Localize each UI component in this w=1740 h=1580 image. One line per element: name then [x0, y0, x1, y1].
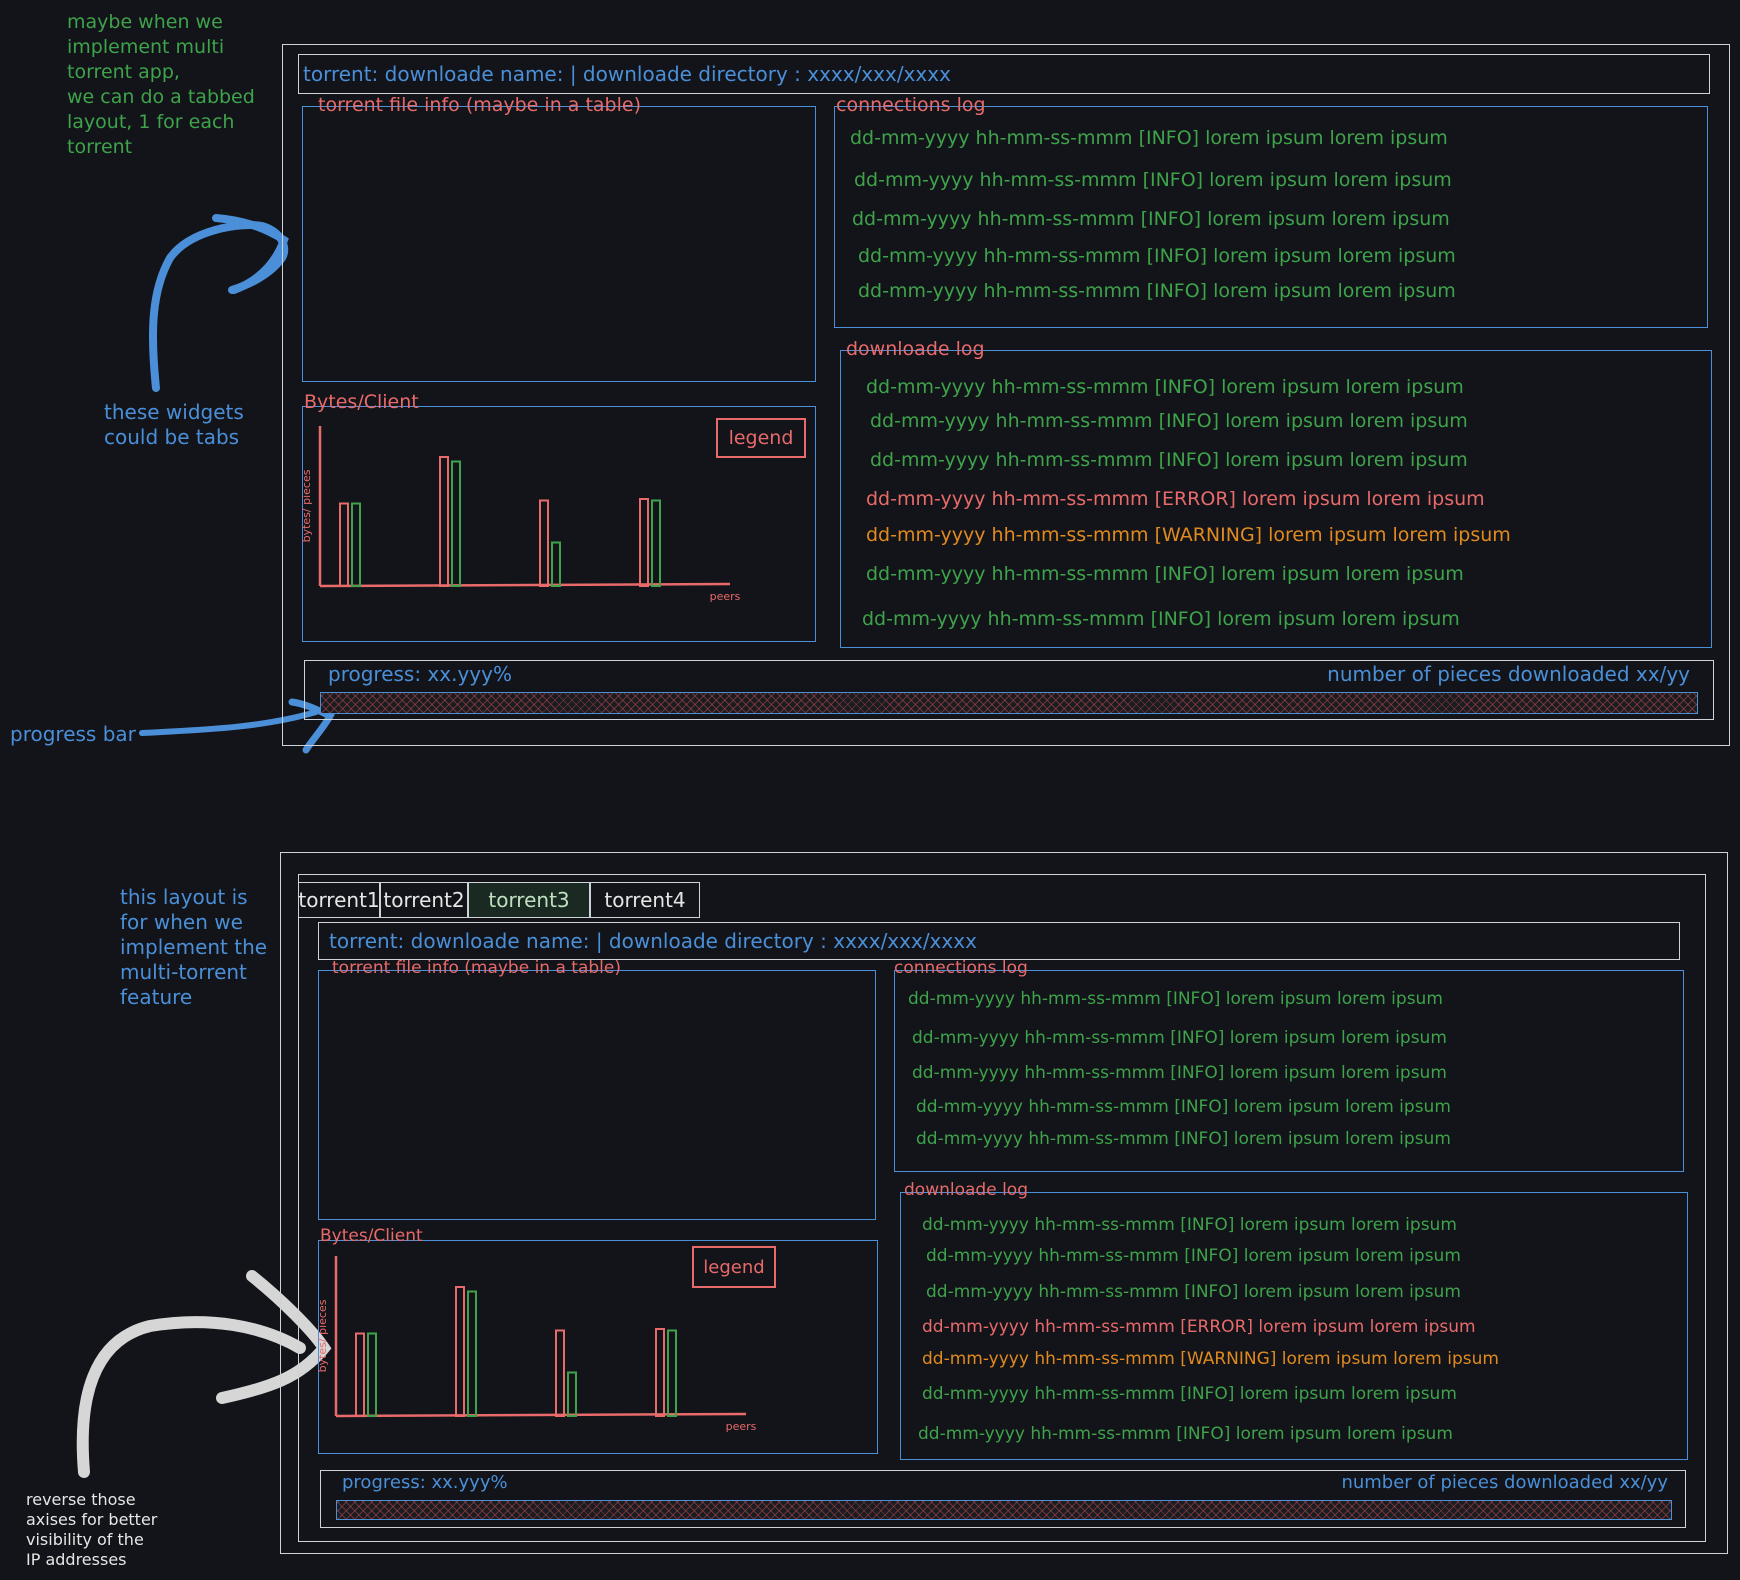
chart-y-axis-label: bytes/ pieces [316, 1299, 329, 1372]
connections-log-line: dd-mm-yyyy hh-mm-ss-mmm [INFO] lorem ips… [852, 208, 1450, 230]
tab-torrent4[interactable]: torrent4 [590, 882, 700, 918]
progress-label: progress: xx.yyy% [328, 662, 512, 686]
note-reverse-axes: reverse those axises for better visibili… [26, 1490, 158, 1569]
chart-bar [455, 1286, 465, 1417]
connections-log-line: dd-mm-yyyy hh-mm-ss-mmm [INFO] lorem ips… [908, 989, 1443, 1009]
download-log-line: dd-mm-yyyy hh-mm-ss-mmm [INFO] lorem ips… [866, 376, 1464, 398]
chart-bar [667, 1329, 677, 1417]
tab-torrent3[interactable]: torrent3 [468, 882, 590, 918]
chart-bar [467, 1290, 477, 1417]
tab-torrent1[interactable]: torrent1 [298, 882, 380, 918]
download-log-line: dd-mm-yyyy hh-mm-ss-mmm [INFO] lorem ips… [926, 1282, 1461, 1302]
chart-bar [567, 1371, 577, 1417]
chart-bar [555, 1329, 565, 1417]
download-log-line: dd-mm-yyyy hh-mm-ss-mmm [WARNING] lorem … [866, 524, 1511, 546]
download-log-line: dd-mm-yyyy hh-mm-ss-mmm [INFO] lorem ips… [922, 1215, 1457, 1235]
reverse-arrow-icon [76, 1316, 306, 1478]
chart-bar [639, 498, 649, 587]
note-multi-layout: this layout is for when we implement the… [120, 885, 268, 1009]
pieces-downloaded-label: number of pieces downloaded xx/yy [1327, 662, 1690, 686]
chart-bar [655, 1328, 665, 1417]
connections-log-line: dd-mm-yyyy hh-mm-ss-mmm [INFO] lorem ips… [912, 1063, 1447, 1083]
download-log-line: dd-mm-yyyy hh-mm-ss-mmm [INFO] lorem ips… [918, 1424, 1453, 1444]
chart-x-axis-label: peers [726, 1420, 757, 1433]
chart-bar [351, 502, 361, 587]
torrent-header: torrent: downloade name: | downloade dir… [298, 54, 1710, 94]
connections-log-line: dd-mm-yyyy hh-mm-ss-mmm [INFO] lorem ips… [858, 245, 1456, 267]
connections-log-line: dd-mm-yyyy hh-mm-ss-mmm [INFO] lorem ips… [850, 127, 1448, 149]
torrent-header: torrent: downloade name: | downloade dir… [318, 922, 1680, 960]
pieces-downloaded-label: number of pieces downloaded xx/yy [1341, 1472, 1668, 1493]
download-log-line: dd-mm-yyyy hh-mm-ss-mmm [INFO] lorem ips… [870, 449, 1468, 471]
bytes-client-chart: bytes/ pieces peers [300, 426, 741, 603]
chart-x-axis [335, 1412, 747, 1418]
download-log-line: dd-mm-yyyy hh-mm-ss-mmm [ERROR] lorem ip… [866, 488, 1485, 510]
chart-bar [539, 499, 549, 587]
connections-log-line: dd-mm-yyyy hh-mm-ss-mmm [INFO] lorem ips… [912, 1028, 1447, 1048]
progress-bar [320, 692, 1698, 714]
note-multi-torrent-tabs: maybe when we implement multi torrent ap… [67, 11, 255, 158]
chart-bar [551, 541, 561, 587]
header-text: torrent: downloade name: | downloade dir… [303, 62, 951, 86]
download-log-title: downloade log [846, 338, 985, 360]
chart-x-axis-label: peers [710, 590, 741, 603]
connections-log-title: connections log [836, 94, 986, 116]
connections-log-line: dd-mm-yyyy hh-mm-ss-mmm [INFO] lorem ips… [916, 1097, 1451, 1117]
file-info-title: torrent file info (maybe in a table) [332, 958, 621, 978]
chart-x-axis [319, 582, 731, 588]
chart-title: Bytes/Client [320, 1226, 423, 1246]
connections-log-line: dd-mm-yyyy hh-mm-ss-mmm [INFO] lorem ips… [916, 1129, 1451, 1149]
connections-log-line: dd-mm-yyyy hh-mm-ss-mmm [INFO] lorem ips… [854, 169, 1452, 191]
download-log-line: dd-mm-yyyy hh-mm-ss-mmm [INFO] lorem ips… [866, 563, 1464, 585]
progress-bar [336, 1500, 1672, 1520]
tab-torrent2[interactable]: torrent2 [380, 882, 468, 918]
download-log-line: dd-mm-yyyy hh-mm-ss-mmm [INFO] lorem ips… [926, 1246, 1461, 1266]
download-log-title: downloade log [904, 1180, 1028, 1200]
file-info-widget [318, 970, 876, 1220]
chart-bar [451, 460, 461, 587]
progress-label: progress: xx.yyy% [342, 1472, 508, 1493]
chart-bar [367, 1332, 377, 1417]
download-log-line: dd-mm-yyyy hh-mm-ss-mmm [INFO] lorem ips… [922, 1384, 1457, 1404]
chart-title: Bytes/Client [304, 391, 419, 413]
connections-log-line: dd-mm-yyyy hh-mm-ss-mmm [INFO] lorem ips… [858, 280, 1456, 302]
widgets-arrow-icon [148, 221, 289, 392]
chart-bar [339, 502, 349, 587]
download-log-line: dd-mm-yyyy hh-mm-ss-mmm [INFO] lorem ips… [870, 410, 1468, 432]
file-info-widget [302, 106, 816, 382]
connections-log-title: connections log [894, 958, 1028, 978]
download-log-line: dd-mm-yyyy hh-mm-ss-mmm [ERROR] lorem ip… [922, 1317, 1476, 1337]
chart-bar [439, 456, 449, 587]
widgets-arrow-head-icon [212, 214, 289, 294]
file-info-title: torrent file info (maybe in a table) [318, 94, 641, 116]
download-log-line: dd-mm-yyyy hh-mm-ss-mmm [WARNING] lorem … [922, 1349, 1499, 1369]
header-text: torrent: downloade name: | downloade dir… [329, 929, 977, 953]
bytes-client-chart: bytes/ pieces peers [316, 1256, 757, 1433]
chart-bar [651, 499, 661, 587]
chart-bar [355, 1332, 365, 1417]
chart-y-axis-label: bytes/ pieces [300, 469, 313, 542]
note-progress-bar: progress bar [10, 722, 136, 746]
note-widgets-tabs: these widgets could be tabs [104, 400, 244, 449]
download-log-line: dd-mm-yyyy hh-mm-ss-mmm [INFO] lorem ips… [862, 608, 1460, 630]
